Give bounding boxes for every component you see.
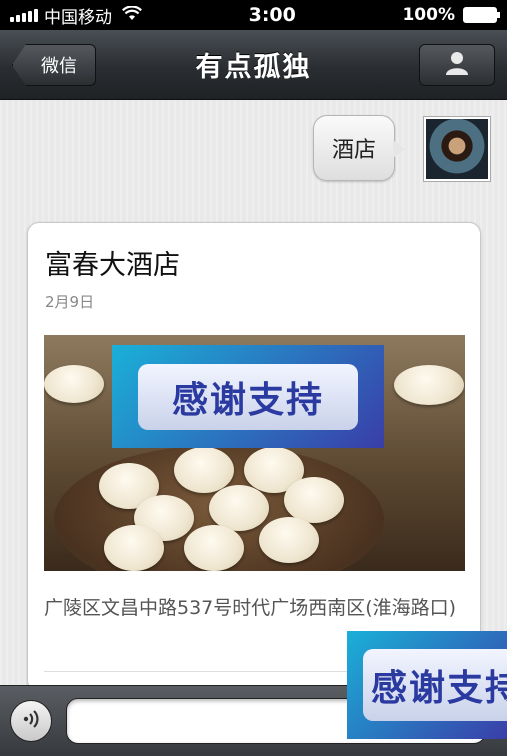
battery-icon bbox=[462, 7, 500, 23]
avatar[interactable] bbox=[424, 117, 490, 181]
card-date: 2月9日 bbox=[45, 293, 95, 311]
floating-banner[interactable]: 感谢支持 bbox=[347, 631, 507, 739]
floating-banner-text: 感谢支持 bbox=[363, 649, 507, 721]
bun-image bbox=[259, 517, 319, 563]
bun-image bbox=[44, 365, 104, 403]
status-left: 中国移动 bbox=[10, 3, 142, 28]
bun-image bbox=[104, 525, 164, 571]
chat-area: 酒店 富春大酒店 2月9日 感谢支持 广陵区文昌中路537号时代广场西南区(淮海… bbox=[0, 100, 507, 692]
status-bar: 中国移动 3:00 100% bbox=[0, 0, 507, 30]
overlay-banner: 感谢支持 bbox=[112, 345, 384, 448]
bubble-tail bbox=[393, 140, 405, 158]
message-bubble[interactable]: 酒店 bbox=[313, 115, 395, 181]
card-title: 富春大酒店 bbox=[45, 250, 180, 281]
wifi-icon bbox=[122, 4, 142, 25]
bun-image bbox=[209, 485, 269, 531]
overlay-text: 感谢支持 bbox=[138, 363, 358, 430]
bun-image bbox=[174, 447, 234, 493]
status-time: 3:00 bbox=[248, 4, 296, 26]
status-right: 100% bbox=[402, 5, 500, 25]
message-text: 酒店 bbox=[331, 138, 376, 163]
location-card[interactable]: 富春大酒店 2月9日 感谢支持 广陵区文昌中路537号时代广场西南区(淮海路口) bbox=[27, 222, 481, 692]
profile-button[interactable] bbox=[419, 44, 495, 86]
card-image[interactable]: 感谢支持 bbox=[44, 335, 465, 571]
bun-image bbox=[184, 525, 244, 571]
back-button-label: 微信 bbox=[41, 56, 77, 77]
voice-button[interactable] bbox=[10, 700, 52, 742]
nav-bar: 微信 有点孤独 bbox=[0, 30, 507, 100]
person-icon bbox=[444, 50, 470, 80]
page-title: 有点孤独 bbox=[195, 52, 312, 83]
voice-icon bbox=[19, 707, 43, 735]
back-button[interactable]: 微信 bbox=[12, 44, 96, 86]
card-address: 广陵区文昌中路537号时代广场西南区(淮海路口) bbox=[44, 597, 457, 619]
battery-percent: 100% bbox=[402, 5, 455, 25]
carrier-label: 中国移动 bbox=[44, 7, 112, 28]
bun-image bbox=[284, 477, 344, 523]
bun-image bbox=[394, 365, 464, 405]
signal-icon bbox=[10, 8, 38, 22]
